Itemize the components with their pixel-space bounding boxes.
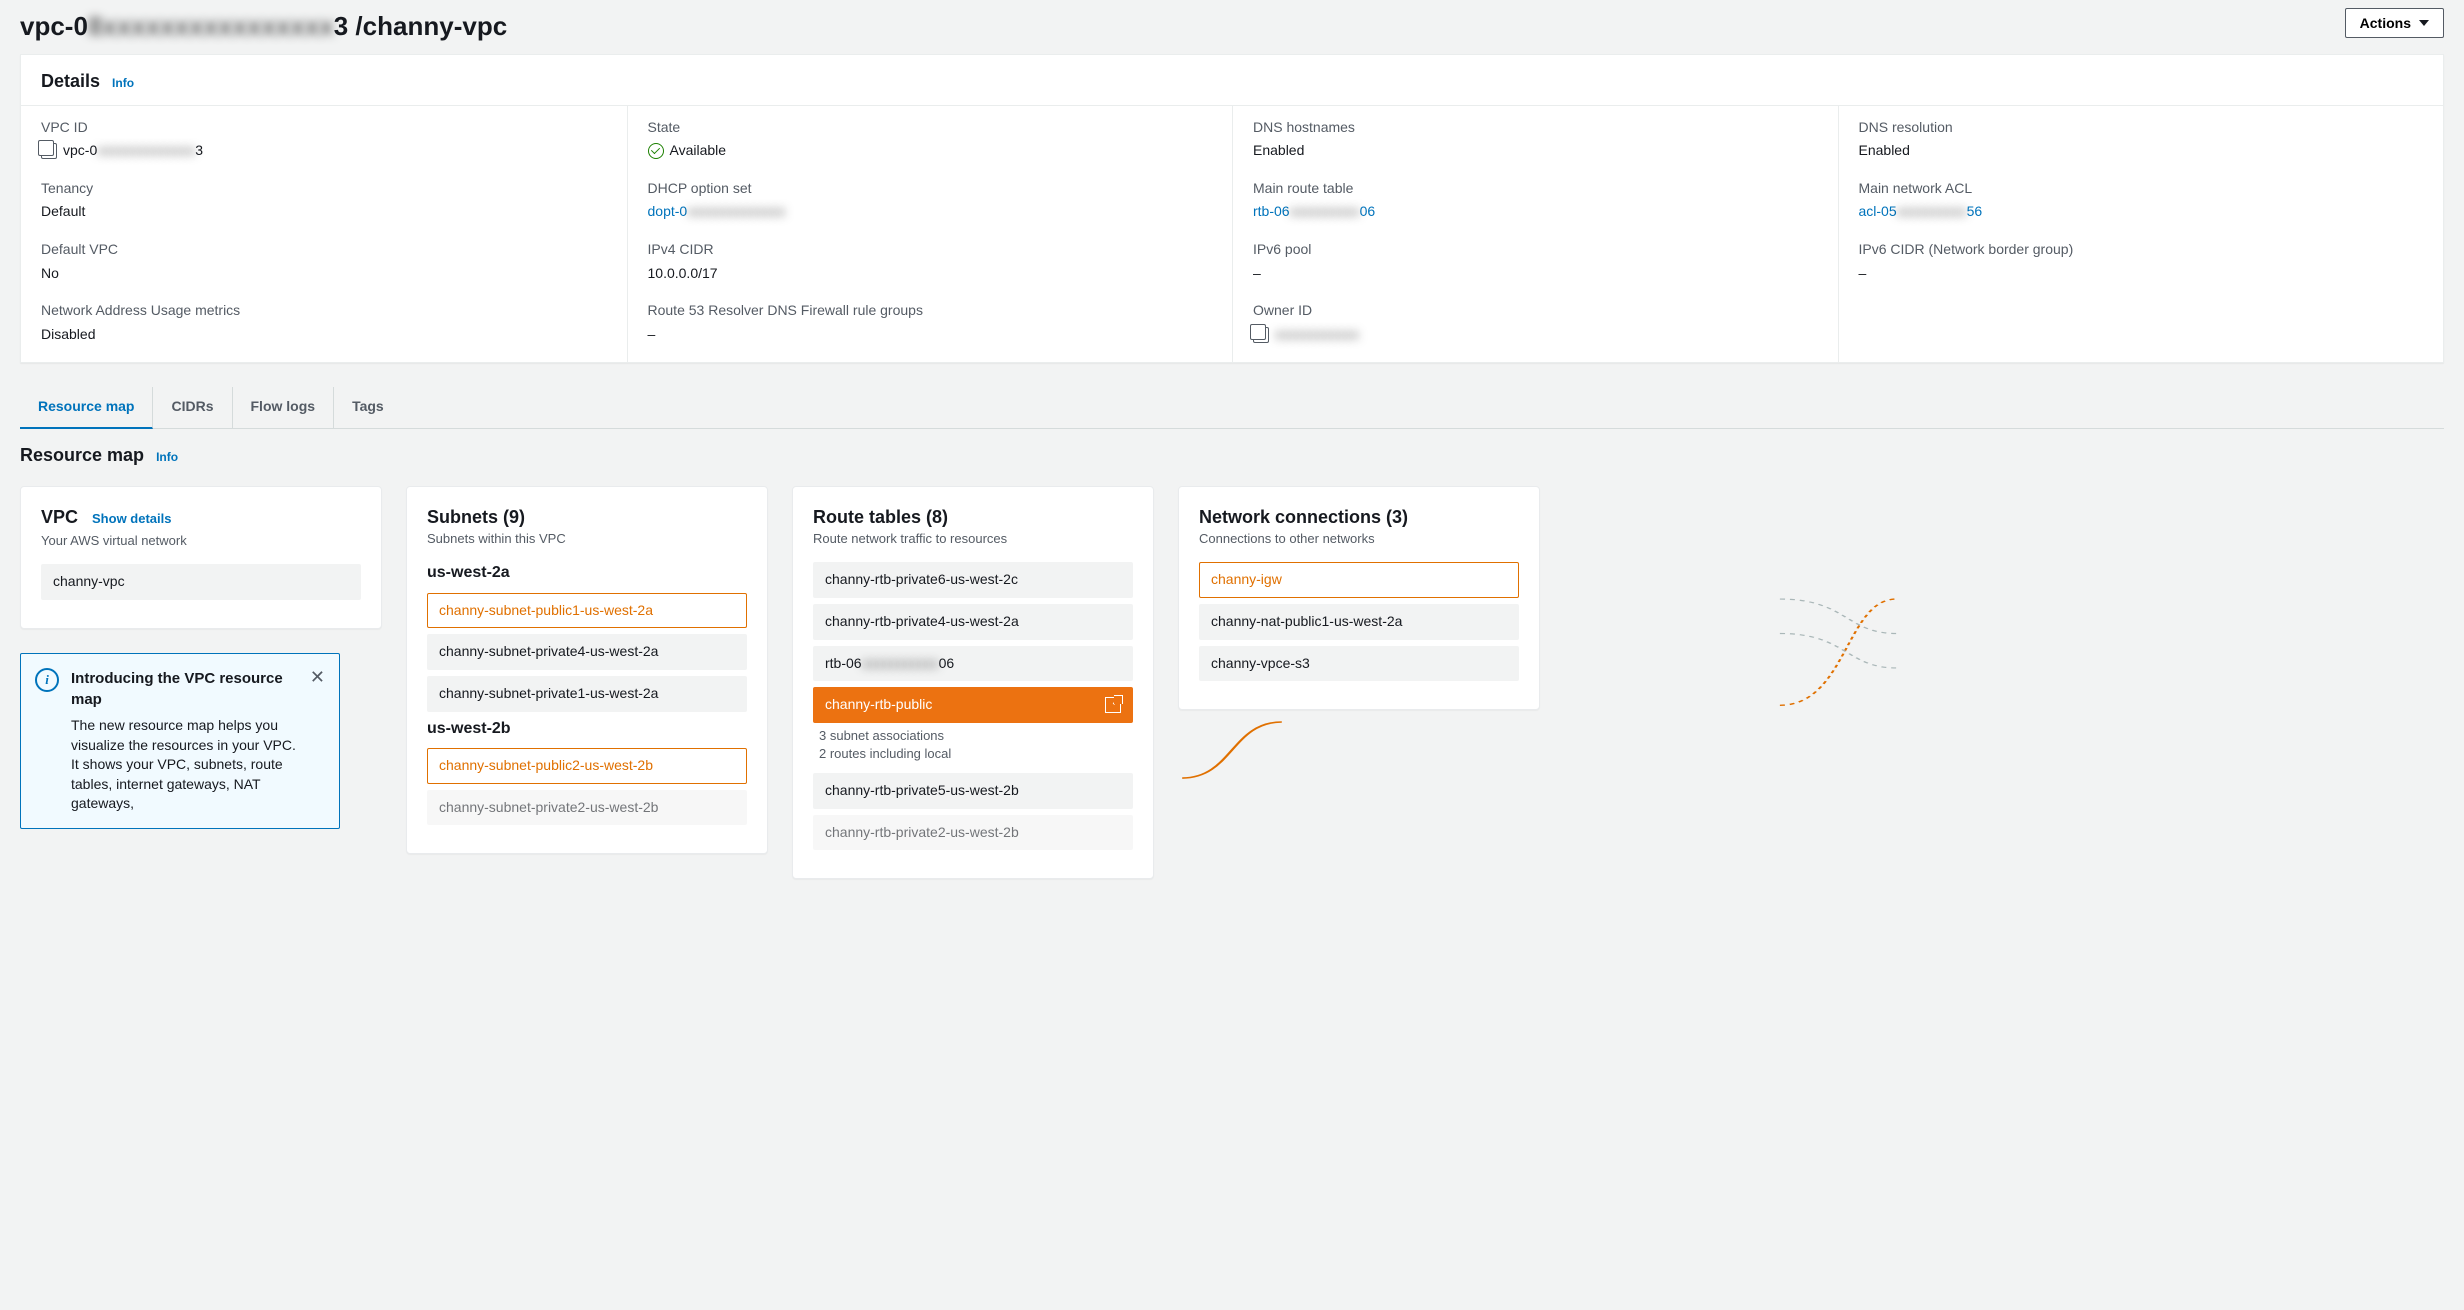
info-box-title: Introducing the VPC resource map xyxy=(71,668,298,710)
nau-label: Network Address Usage metrics xyxy=(41,301,607,321)
details-title: Details xyxy=(41,69,100,94)
route-table-pill[interactable]: rtb-06xxxxxxxxxxx06 xyxy=(813,646,1133,682)
copy-icon[interactable] xyxy=(1253,327,1269,343)
title-prefix: vpc-0 xyxy=(20,8,88,44)
nau-value: Disabled xyxy=(41,325,607,345)
details-info-link[interactable]: Info xyxy=(112,75,134,92)
tenancy-value: Default xyxy=(41,202,607,222)
routes-subtitle: Route network traffic to resources xyxy=(813,530,1133,548)
connection-pill[interactable]: channy-vpce-s3 xyxy=(1199,646,1519,682)
vpc-id-label: VPC ID xyxy=(41,118,607,138)
az-heading: us-west-2a xyxy=(427,562,747,584)
tabs: Resource map CIDRs Flow logs Tags xyxy=(20,387,2444,429)
vpc-card-title: VPC xyxy=(41,505,78,530)
main-acl-value[interactable]: acl-05xxxxxxxxxx56 xyxy=(1859,202,2424,222)
subnets-subtitle: Subnets within this VPC xyxy=(427,530,747,548)
vpc-id-value: vpc-0xxxxxxxxxxxxxx3 xyxy=(41,141,607,161)
close-icon[interactable]: ✕ xyxy=(310,668,325,686)
conn-title: Network connections (3) xyxy=(1199,505,1519,530)
main-acl-label: Main network ACL xyxy=(1859,179,2424,199)
title-mid: 3 / xyxy=(334,8,363,44)
route-table-pill[interactable]: channy-rtb-private4-us-west-2a xyxy=(813,604,1133,640)
route-table-pill-selected[interactable]: channy-rtb-public xyxy=(813,687,1133,723)
dhcp-value[interactable]: dopt-0xxxxxxxxxxxxxx xyxy=(648,202,1213,222)
subnet-pill[interactable]: channy-subnet-public1-us-west-2a xyxy=(427,593,747,629)
intro-info-box: i Introducing the VPC resource map The n… xyxy=(20,653,340,829)
default-vpc-value: No xyxy=(41,264,607,284)
tenancy-label: Tenancy xyxy=(41,179,607,199)
tab-tags[interactable]: Tags xyxy=(334,387,402,428)
dns-resolution-label: DNS resolution xyxy=(1859,118,2424,138)
az-heading: us-west-2b xyxy=(427,718,747,740)
subnet-pill[interactable]: channy-subnet-private2-us-west-2b xyxy=(427,790,747,826)
owner-value: xxxxxxxxxxxx xyxy=(1253,325,1818,345)
dns-hostnames-value: Enabled xyxy=(1253,141,1818,161)
subnet-pill[interactable]: channy-subnet-private1-us-west-2a xyxy=(427,676,747,712)
copy-icon[interactable] xyxy=(41,143,57,159)
info-icon: i xyxy=(35,668,59,692)
resource-map-info-link[interactable]: Info xyxy=(156,449,178,466)
subnets-title: Subnets (9) xyxy=(427,505,747,530)
conn-subtitle: Connections to other networks xyxy=(1199,530,1519,548)
r53-label: Route 53 Resolver DNS Firewall rule grou… xyxy=(648,301,1213,321)
connection-pill[interactable]: channy-nat-public1-us-west-2a xyxy=(1199,604,1519,640)
subnets-card: Subnets (9) Subnets within this VPC us-w… xyxy=(406,486,768,854)
check-circle-icon xyxy=(648,143,664,159)
state-label: State xyxy=(648,118,1213,138)
dns-hostnames-label: DNS hostnames xyxy=(1253,118,1818,138)
dhcp-label: DHCP option set xyxy=(648,179,1213,199)
state-value: Available xyxy=(648,141,1213,161)
details-panel: Details Info VPC ID vpc-0xxxxxxxxxxxxxx3… xyxy=(20,54,2444,363)
ipv4-cidr-value: 10.0.0.0/17 xyxy=(648,264,1213,284)
dns-resolution-value: Enabled xyxy=(1859,141,2424,161)
vpc-name-pill[interactable]: channy-vpc xyxy=(41,564,361,600)
title-obscured: 8xxxxxxxxxxxxxxxx xyxy=(88,8,334,44)
route-table-pill[interactable]: channy-rtb-private5-us-west-2b xyxy=(813,773,1133,809)
page-title: vpc-08xxxxxxxxxxxxxxxx3 / channy-vpc xyxy=(20,8,507,44)
main-rt-value[interactable]: rtb-06xxxxxxxxxx06 xyxy=(1253,202,1818,222)
route-tables-card: Route tables (8) Route network traffic t… xyxy=(792,486,1154,879)
info-box-body: The new resource map helps you visualize… xyxy=(71,716,298,814)
default-vpc-label: Default VPC xyxy=(41,240,607,260)
connection-pill[interactable]: channy-igw xyxy=(1199,562,1519,598)
ipv6-pool-label: IPv6 pool xyxy=(1253,240,1818,260)
owner-label: Owner ID xyxy=(1253,301,1818,321)
ipv6-pool-value: – xyxy=(1253,264,1818,284)
tab-resource-map[interactable]: Resource map xyxy=(20,387,153,429)
route-table-pill[interactable]: channy-rtb-private2-us-west-2b xyxy=(813,815,1133,851)
route-table-pill[interactable]: channy-rtb-private6-us-west-2c xyxy=(813,562,1133,598)
resource-map-row: VPC Show details Your AWS virtual networ… xyxy=(20,486,2444,879)
external-link-icon xyxy=(1105,697,1121,713)
title-name: channy-vpc xyxy=(363,8,508,44)
routes-title: Route tables (8) xyxy=(813,505,1133,530)
vpc-card-subtitle: Your AWS virtual network xyxy=(41,532,361,550)
tab-cidrs[interactable]: CIDRs xyxy=(153,387,232,428)
ipv6-cidr-label: IPv6 CIDR (Network border group) xyxy=(1859,240,2424,260)
ipv4-cidr-label: IPv4 CIDR xyxy=(648,240,1213,260)
show-details-link[interactable]: Show details xyxy=(92,510,171,528)
actions-button[interactable]: Actions xyxy=(2345,8,2444,38)
vpc-card: VPC Show details Your AWS virtual networ… xyxy=(20,486,382,629)
ipv6-cidr-value: – xyxy=(1859,264,2424,284)
resource-map-title: Resource map xyxy=(20,443,144,468)
r53-value: – xyxy=(648,325,1213,345)
route-table-meta: 3 subnet associations 2 routes including… xyxy=(819,727,1133,763)
caret-down-icon xyxy=(2419,20,2429,26)
actions-label: Actions xyxy=(2360,15,2411,31)
subnet-pill[interactable]: channy-subnet-private4-us-west-2a xyxy=(427,634,747,670)
network-connections-card: Network connections (3) Connections to o… xyxy=(1178,486,1540,710)
subnet-pill[interactable]: channy-subnet-public2-us-west-2b xyxy=(427,748,747,784)
main-rt-label: Main route table xyxy=(1253,179,1818,199)
tab-flow-logs[interactable]: Flow logs xyxy=(233,387,335,428)
